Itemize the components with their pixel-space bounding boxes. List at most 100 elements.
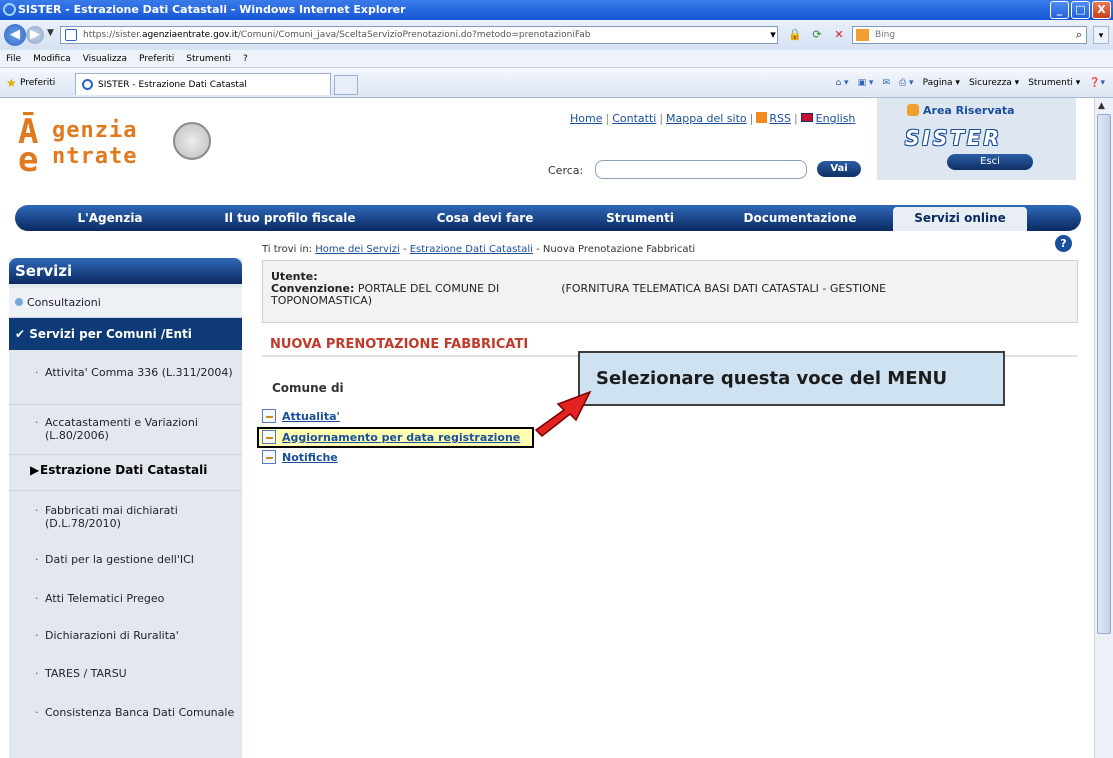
minimize-button[interactable]: _ xyxy=(1050,1,1069,19)
forward-button[interactable]: ▶ xyxy=(26,26,44,44)
sidebar-item-comma-336[interactable]: · Attivita' Comma 336 (L.311/2004) xyxy=(9,366,242,379)
sidebar-item-consistenza[interactable]: · Consistenza Banca Dati Comunale xyxy=(9,706,242,719)
check-icon: ✔ xyxy=(15,327,30,341)
url-dropdown-icon[interactable]: ▾ xyxy=(765,27,781,43)
rss-icon xyxy=(756,112,768,123)
vertical-scrollbar[interactable]: ▲ xyxy=(1094,98,1113,758)
logout-button[interactable]: Esci xyxy=(947,154,1033,170)
cmd-sicurezza[interactable]: Sicurezza ▾ xyxy=(969,76,1019,90)
sidebar-item-gestione-ici[interactable]: · Dati per la gestione dell'ICI xyxy=(9,553,242,566)
back-button[interactable]: ◀ xyxy=(4,24,26,46)
help-menu-icon[interactable]: ❓▾ xyxy=(1089,76,1105,90)
breadcrumb-home[interactable]: Home dei Servizi xyxy=(315,244,400,255)
url-prefix: https://sister. xyxy=(83,30,142,40)
logo-e-letter: e xyxy=(18,140,39,180)
menu-preferiti[interactable]: Preferiti xyxy=(139,50,174,67)
sidebar-item-consultazioni[interactable]: Consultazioni xyxy=(9,288,242,318)
scroll-thumb[interactable] xyxy=(1097,114,1111,634)
mappa-sito-link[interactable]: Mappa del sito xyxy=(666,112,747,125)
sidebar-group-comuni[interactable]: ✔ Servizi per Comuni /Enti xyxy=(9,318,242,350)
lock-icon[interactable]: 🔒 xyxy=(787,27,803,43)
menu-file[interactable]: File xyxy=(6,50,21,67)
aggiornamento-link[interactable]: Aggiornamento per data registrazione xyxy=(282,431,520,444)
attualita-link[interactable]: Attualita' xyxy=(282,410,340,423)
logo-text-2: ntrate xyxy=(52,144,138,169)
callout-box: Selezionare questa voce del MENU xyxy=(578,351,1005,406)
search-dropdown-icon[interactable]: ▾ xyxy=(1093,26,1109,44)
search-field[interactable]: Bing xyxy=(852,26,1087,44)
nav-cosa-devi-fare[interactable]: Cosa devi fare xyxy=(420,205,550,231)
menu-modifica[interactable]: Modifica xyxy=(33,50,71,67)
maximize-button[interactable]: □ xyxy=(1071,1,1090,19)
aggiornamento-row: Aggiornamento per data registrazione xyxy=(262,430,520,444)
menu-strumenti[interactable]: Strumenti xyxy=(186,50,231,67)
attualita-row: Attualita' xyxy=(262,409,340,423)
tab-title: SISTER - Estrazione Dati Catastal xyxy=(98,80,247,90)
agenzia-entrate-logo[interactable]: Ā e genzia ntrate xyxy=(18,110,218,180)
menu-help[interactable]: ? xyxy=(243,50,248,67)
feeds-icon[interactable]: ▣ ▾ xyxy=(858,76,874,90)
print-icon[interactable]: ⎙ ▾ xyxy=(899,76,914,90)
menu-visualizza[interactable]: Visualizza xyxy=(83,50,127,67)
cmd-pagina[interactable]: Pagina ▾ xyxy=(923,76,960,90)
republic-emblem-icon xyxy=(173,122,211,160)
vai-button[interactable]: Vai xyxy=(817,161,861,177)
breadcrumb-current: Nuova Prenotazione Fabbricati xyxy=(542,244,696,255)
tab-ie-icon xyxy=(82,79,93,90)
contatti-link[interactable]: Contatti xyxy=(612,112,656,125)
area-riservata-icon xyxy=(907,104,919,116)
nav-profilo-fiscale[interactable]: Il tuo profilo fiscale xyxy=(210,205,370,231)
convenzione-tail: (FORNITURA TELEMATICA BASI DATI CATASTAL… xyxy=(561,282,887,295)
help-icon[interactable]: ? xyxy=(1055,235,1072,252)
convenzione-line2: TOPONOMASTICA) xyxy=(271,294,373,307)
bing-icon xyxy=(856,29,869,41)
url-path: /Comuni/Comuni_java/SceltaServizioPrenot… xyxy=(237,30,591,40)
scroll-up-icon[interactable]: ▲ xyxy=(1098,101,1105,111)
nav-strumenti[interactable]: Strumenti xyxy=(580,205,700,231)
home-icon[interactable]: ⌂ ▾ xyxy=(835,76,848,90)
document-icon xyxy=(262,430,276,444)
cmd-strumenti[interactable]: Strumenti ▾ xyxy=(1028,76,1080,90)
nav-agenzia[interactable]: L'Agenzia xyxy=(45,205,175,231)
sidebar-item-label: Consistenza Banca Dati Comunale xyxy=(45,706,235,719)
nav-servizi-online[interactable]: Servizi online xyxy=(893,207,1027,231)
favorites-button[interactable]: Preferiti xyxy=(20,76,55,90)
sidebar-item-pregeo[interactable]: · Atti Telematici Pregeo xyxy=(9,592,242,605)
callout-arrow xyxy=(534,390,592,438)
sidebar-item-label: Fabbricati mai dichiarati (D.L.78/2010) xyxy=(45,504,178,530)
close-button[interactable]: X xyxy=(1092,1,1111,19)
section-title: NUOVA PRENOTAZIONE FABBRICATI xyxy=(270,337,529,352)
favorites-star-icon[interactable]: ★ xyxy=(6,76,17,90)
browser-tab[interactable]: SISTER - Estrazione Dati Catastal xyxy=(75,73,331,95)
notifiche-row: Notifiche xyxy=(262,450,338,464)
favorites-bar: ★ Preferiti SISTER - Estrazione Dati Cat… xyxy=(0,68,1113,98)
document-icon xyxy=(262,450,276,464)
rss-link[interactable]: RSS xyxy=(769,112,791,125)
search-icon[interactable]: ⌕ xyxy=(1070,26,1088,44)
url-domain: agenziaentrate.gov.it xyxy=(141,30,238,40)
user-info-box: Utente: Convenzione: PORTALE DEL COMUNE … xyxy=(262,260,1078,323)
area-riservata-title: Area Riservata xyxy=(923,104,1015,117)
sidebar-item-fabbricati-mai-dichiarati[interactable]: · Fabbricati mai dichiarati (D.L.78/2010) xyxy=(9,504,242,530)
sidebar-item-label: Consultazioni xyxy=(27,296,101,309)
sidebar-item-estrazione-dati[interactable]: ▶ Estrazione Dati Catastali xyxy=(9,464,242,477)
refresh-icon[interactable]: ⟳ xyxy=(809,27,825,43)
sidebar-item-ruralita[interactable]: · Dichiarazioni di Ruralita' xyxy=(9,629,242,642)
page-icon xyxy=(65,29,77,41)
sidebar-item-accatastamenti[interactable]: · Accatastamenti e Variazioni (L.80/2006) xyxy=(9,416,242,442)
nav-documentazione[interactable]: Documentazione xyxy=(720,205,880,231)
new-tab-button[interactable] xyxy=(334,75,358,95)
notifiche-link[interactable]: Notifiche xyxy=(282,451,338,464)
english-link[interactable]: English xyxy=(816,112,856,125)
breadcrumb-estrazione[interactable]: Estrazione Dati Catastali xyxy=(410,244,533,255)
menu-bar: File Modifica Visualizza Preferiti Strum… xyxy=(0,50,1113,68)
sidebar-item-tares[interactable]: · TARES / TARSU xyxy=(9,667,242,680)
stop-icon[interactable]: ✕ xyxy=(831,27,847,43)
home-link[interactable]: Home xyxy=(570,112,602,125)
bullet-icon xyxy=(15,298,23,306)
mail-icon[interactable]: ✉ xyxy=(882,76,890,90)
sidebar-item-label: Dichiarazioni di Ruralita' xyxy=(45,629,179,642)
site-search-input[interactable] xyxy=(595,160,807,179)
history-dropdown-icon[interactable]: ▼ xyxy=(47,28,54,38)
url-field[interactable]: https://sister.agenziaentrate.gov.it/Com… xyxy=(60,26,778,44)
